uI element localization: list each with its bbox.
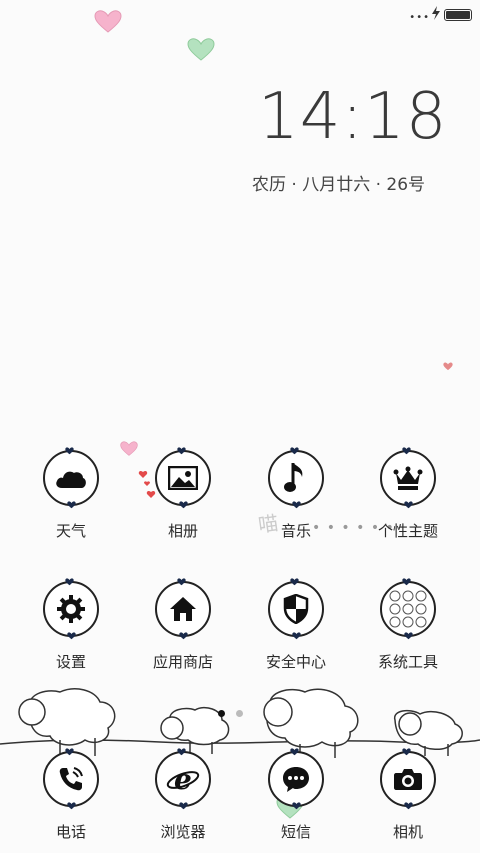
app-camera[interactable]: 相机 bbox=[353, 748, 463, 842]
phone-icon bbox=[43, 748, 99, 810]
tiny-heart-icon bbox=[402, 748, 411, 756]
app-label: 个性主题 bbox=[377, 522, 438, 540]
app-label: 电话 bbox=[55, 823, 86, 841]
tiny-heart-icon bbox=[292, 802, 301, 810]
tiny-heart-icon bbox=[179, 802, 188, 810]
app-tools[interactable]: 系统工具 bbox=[353, 578, 463, 672]
tiny-heart-icon bbox=[402, 447, 411, 455]
tiny-heart-icon bbox=[290, 578, 299, 586]
tiny-heart-icon bbox=[404, 802, 413, 810]
tiny-heart-icon bbox=[177, 447, 186, 455]
page-dot-active[interactable] bbox=[218, 710, 225, 717]
app-messages[interactable]: 短信 bbox=[241, 748, 351, 842]
tiny-heart-icon bbox=[67, 632, 76, 640]
page-dot-inactive[interactable] bbox=[236, 710, 243, 717]
home-icon bbox=[155, 578, 211, 640]
tiny-heart-icon bbox=[290, 748, 299, 756]
shield-icon bbox=[268, 578, 324, 640]
app-label: 相机 bbox=[392, 823, 423, 841]
app-label: 相册 bbox=[167, 522, 198, 540]
tiny-heart-icon bbox=[292, 501, 301, 509]
weather-icon bbox=[43, 447, 99, 509]
app-label: 安全中心 bbox=[265, 653, 326, 671]
app-weather[interactable]: 天气 bbox=[16, 447, 126, 541]
heart-pink-icon bbox=[94, 10, 122, 33]
browser-e-icon: e bbox=[155, 748, 211, 810]
tools-folder-icon bbox=[380, 578, 436, 640]
app-label: 系统工具 bbox=[377, 653, 438, 671]
app-store[interactable]: 应用商店 bbox=[128, 578, 238, 672]
heart-small-icon bbox=[443, 362, 453, 371]
battery-icon bbox=[444, 9, 472, 21]
tiny-heart-icon bbox=[177, 578, 186, 586]
app-label: 应用商店 bbox=[152, 653, 213, 671]
page-indicator bbox=[218, 702, 254, 721]
app-phone[interactable]: 电话 bbox=[16, 748, 126, 842]
tiny-heart-icon bbox=[67, 501, 76, 509]
bolt-icon bbox=[432, 6, 440, 20]
app-label: 天气 bbox=[55, 522, 86, 540]
signal-dots-icon: ••• bbox=[409, 12, 430, 23]
gallery-icon bbox=[155, 447, 211, 509]
status-bar: ••• bbox=[0, 0, 480, 28]
tiny-heart-icon bbox=[65, 447, 74, 455]
app-settings[interactable]: 设置 bbox=[16, 578, 126, 672]
crown-icon bbox=[380, 447, 436, 509]
lunar-date: 农历 · 八月廿六 · 26号 bbox=[252, 175, 426, 195]
app-browser[interactable]: e 浏览器 bbox=[128, 748, 238, 842]
tiny-heart-icon bbox=[179, 632, 188, 640]
music-note-icon bbox=[268, 447, 324, 509]
tiny-heart-icon bbox=[177, 748, 186, 756]
tiny-heart-icon bbox=[179, 501, 188, 509]
app-label: 短信 bbox=[280, 823, 311, 841]
chat-bubble-icon bbox=[268, 748, 324, 810]
tiny-heart-icon bbox=[404, 632, 413, 640]
clock-time: 14:18 bbox=[258, 80, 448, 154]
app-themes[interactable]: 个性主题 bbox=[353, 447, 463, 541]
svg-text:e: e bbox=[174, 764, 192, 794]
tiny-heart-icon bbox=[290, 447, 299, 455]
app-label: 浏览器 bbox=[160, 823, 206, 841]
app-music[interactable]: 音乐 bbox=[241, 447, 351, 541]
app-security[interactable]: 安全中心 bbox=[241, 578, 351, 672]
heart-green-icon bbox=[187, 38, 215, 61]
camera-icon bbox=[380, 748, 436, 810]
app-label: 音乐 bbox=[280, 522, 311, 540]
tiny-heart-icon bbox=[65, 748, 74, 756]
tiny-heart-icon bbox=[404, 501, 413, 509]
app-label: 设置 bbox=[55, 653, 86, 671]
gear-icon bbox=[43, 578, 99, 640]
app-gallery[interactable]: 相册 bbox=[128, 447, 238, 541]
tiny-heart-icon bbox=[65, 578, 74, 586]
tiny-heart-icon bbox=[402, 578, 411, 586]
tiny-heart-icon bbox=[292, 632, 301, 640]
tiny-heart-icon bbox=[67, 802, 76, 810]
